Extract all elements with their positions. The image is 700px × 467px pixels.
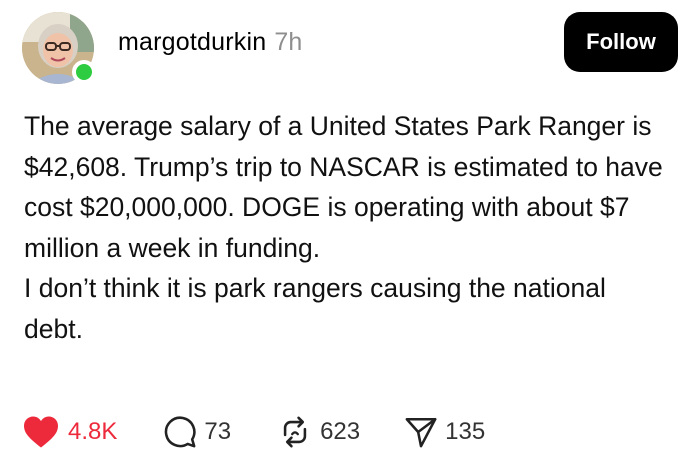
like-count: 4.8K bbox=[68, 418, 118, 445]
comment-count: 73 bbox=[204, 418, 232, 445]
avatar[interactable] bbox=[22, 12, 96, 84]
repost-count: 623 bbox=[320, 418, 361, 445]
post-header: margotdurkin 7h Follow bbox=[22, 10, 678, 84]
heart-icon bbox=[24, 416, 58, 448]
send-plane-icon bbox=[405, 417, 437, 448]
repost-arrows-icon bbox=[283, 416, 307, 448]
post-paragraph-1: The average salary of a United States Pa… bbox=[24, 111, 663, 263]
share-count: 135 bbox=[445, 418, 486, 445]
follow-button[interactable]: Follow bbox=[564, 12, 678, 72]
post-text: The average salary of a United States Pa… bbox=[24, 106, 664, 349]
comment-bubble-icon bbox=[165, 416, 196, 448]
comment-button[interactable]: 73 bbox=[163, 415, 231, 449]
post-paragraph-2: I don’t think it is park rangers causing… bbox=[24, 273, 606, 344]
author-username[interactable]: margotdurkin bbox=[118, 28, 266, 56]
online-status-indicator bbox=[72, 60, 96, 84]
post-timestamp: 7h bbox=[274, 28, 303, 56]
share-button[interactable]: 135 bbox=[404, 415, 485, 449]
post-actions: 4.8K 73 623 135 bbox=[22, 412, 485, 452]
author-line: margotdurkin 7h bbox=[118, 28, 303, 57]
repost-button[interactable]: 623 bbox=[277, 415, 360, 449]
like-button[interactable]: 4.8K bbox=[22, 415, 117, 449]
